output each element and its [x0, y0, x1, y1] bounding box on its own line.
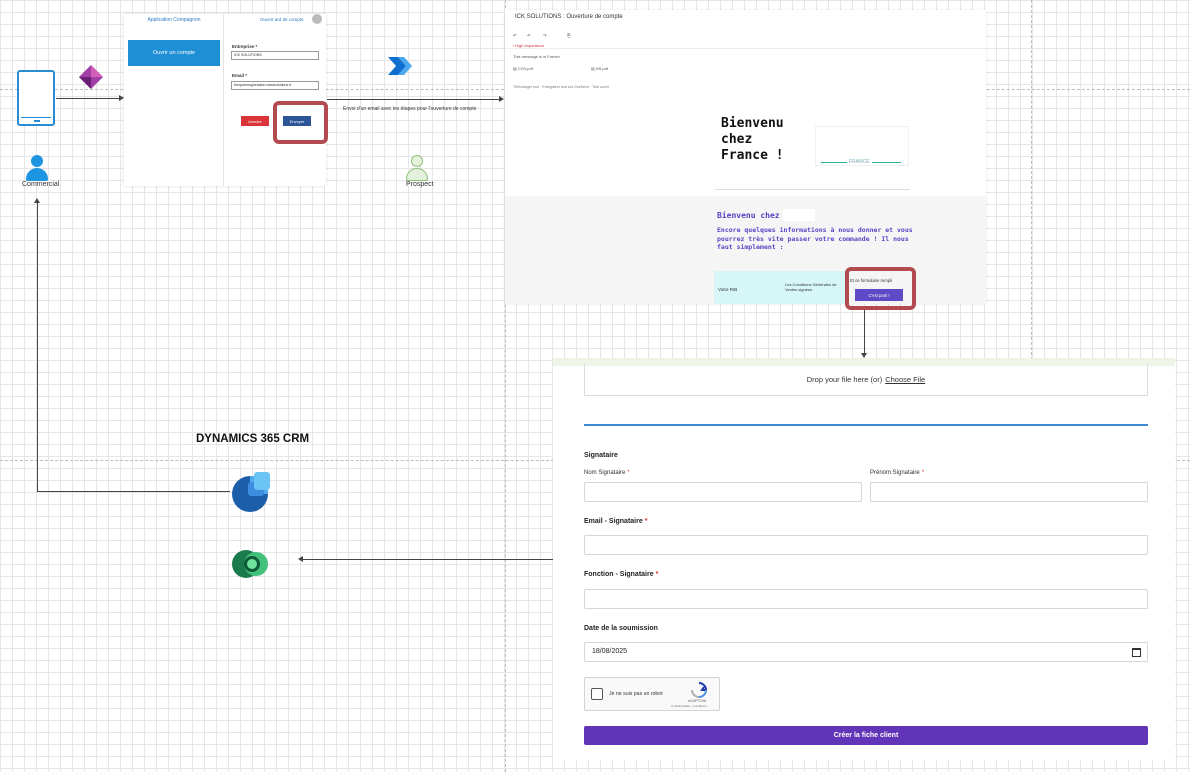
crm-title: DYNAMICS 365 CRM	[196, 433, 310, 445]
fonction-input[interactable]	[584, 589, 1148, 609]
avatar	[312, 14, 322, 24]
email-paragraph: Encore quelques informations à nous donn…	[717, 226, 913, 251]
choose-file-link[interactable]: Choose File	[885, 375, 925, 384]
email-toolbar: ↶ ↶ ↷ ⎘	[505, 27, 986, 49]
email-step-label: Envoi d'un email avec les étapes pour l'…	[343, 106, 477, 112]
attachment-cgv[interactable]: ▤ CGV.pdf	[513, 66, 533, 71]
signataire-heading: Signataire	[584, 452, 618, 459]
power-apps-icon	[79, 65, 103, 89]
logo-text: FRANCE	[847, 159, 872, 165]
nom-input[interactable]	[584, 482, 862, 502]
required-mark: *	[655, 571, 659, 578]
web-form-screenshot: Drop your file here (or) Choose File Sign…	[553, 358, 1175, 760]
power-automate-icon	[388, 57, 412, 75]
email-label: Email *	[232, 73, 248, 78]
recaptcha-icon	[691, 682, 707, 698]
importance-note: ! High importance	[513, 43, 545, 48]
prenom-label: Prénom Signataire *	[870, 470, 924, 476]
prospect-user-icon	[406, 155, 428, 181]
go-button-highlight-box	[845, 267, 916, 310]
welcome-heading-line2: France !	[721, 148, 784, 163]
nom-label: Nom Signataire *	[584, 470, 630, 476]
arrow-head	[298, 556, 303, 562]
drop-text: Drop your file here (or)	[806, 375, 883, 384]
email-screenshot: ICK SOLUTIONS : Ouverture de compte ↶ ↶ …	[505, 10, 986, 304]
required-mark: *	[921, 470, 925, 476]
redacted-area	[783, 209, 815, 221]
fonction-label: Fonction - Signataire *	[584, 571, 658, 578]
arrow-head	[499, 96, 504, 102]
reply-icon[interactable]: ↶	[513, 33, 517, 39]
welcome-heading-line1: Bienvenu chez	[721, 116, 784, 147]
flow-arrow	[303, 559, 553, 560]
recaptcha-terms[interactable]: Confidentialité - Conditions	[671, 704, 707, 708]
file-drop-zone[interactable]: Drop your file here (or) Choose File	[584, 364, 1148, 396]
company-input[interactable]: ICK SOLUTIONS	[231, 51, 319, 60]
prospect-label: Prospect	[406, 181, 434, 188]
date-input[interactable]: 18/08/2025	[584, 642, 1148, 662]
email-subject: ICK SOLUTIONS : Ouverture de compte	[515, 14, 623, 20]
cancel-button[interactable]: Annuler	[241, 116, 269, 126]
required-mark: *	[644, 518, 648, 525]
guide-line	[1031, 0, 1032, 360]
app-title: Application Compagnon	[147, 17, 201, 23]
section-divider	[584, 424, 1148, 426]
flow-arrow	[56, 98, 120, 99]
commercial-label: Commercial	[22, 181, 60, 188]
mobile-device-icon	[17, 70, 55, 126]
welcome-heading: Bienvenu chez France !	[721, 116, 791, 164]
calendar-icon[interactable]	[1132, 648, 1141, 657]
dataverse-icon	[232, 550, 268, 578]
recaptcha-widget: Je ne suis pas un robot reCAPTCHA Confid…	[584, 677, 720, 711]
welcome-line: Bienvenu chez	[717, 211, 780, 220]
flow-arrow	[37, 203, 38, 491]
requirement-rib: Votre RIB	[718, 287, 738, 292]
email-input[interactable]: thequeensghelation.clarasolutions.fr	[231, 81, 319, 90]
attachment-kb-name: KB.pdf	[595, 66, 608, 71]
reply-all-icon[interactable]: ↶	[527, 33, 531, 39]
attach-icon[interactable]: ⎘	[567, 33, 571, 38]
prenom-input[interactable]	[870, 482, 1148, 502]
company-label: Entreprise *	[232, 44, 258, 49]
flow-arrow	[37, 491, 230, 492]
recaptcha-brand: reCAPTCHA	[688, 699, 707, 703]
send-highlight-box	[273, 101, 328, 144]
attachment-cgv-name: CGV.pdf	[517, 66, 533, 71]
arrow-head	[34, 198, 40, 203]
required-mark: *	[627, 470, 630, 476]
attachment-kb[interactable]: ▤ KB.pdf	[591, 66, 608, 71]
companion-app-screenshot: Application Compagnon Ouvrir un compte O…	[124, 14, 326, 186]
forward-icon[interactable]: ↷	[543, 33, 547, 39]
email-signataire-label: Email - Signataire *	[584, 518, 647, 525]
recaptcha-checkbox[interactable]	[591, 688, 603, 700]
email-signataire-text: Email - Signataire	[584, 518, 643, 525]
flow-arrow	[864, 310, 865, 354]
divider	[715, 189, 910, 190]
flow-arrow	[327, 99, 500, 100]
date-label: Date de la soumission	[584, 625, 658, 632]
email-signataire-input[interactable]	[584, 535, 1148, 555]
commercial-user-icon	[26, 155, 48, 181]
recaptcha-text: Je ne suis pas un robot	[609, 691, 663, 697]
date-value: 18/08/2025	[592, 648, 628, 655]
nom-label-text: Nom Signataire	[584, 470, 626, 476]
language-note: This message is in French	[513, 54, 560, 59]
importance-text: High importance	[515, 43, 545, 48]
create-client-button[interactable]: Créer la fiche client	[584, 726, 1148, 745]
open-account-button[interactable]: Ouvrir un compte	[128, 40, 220, 66]
fonction-label-text: Fonction - Signataire	[584, 571, 654, 578]
app-form-header: Ouvert ard de compte	[260, 17, 304, 22]
prenom-label-text: Prénom Signataire	[870, 470, 920, 476]
requirement-cgv: Les Conditions Générales de Ventes signé…	[785, 282, 837, 292]
app-left-pane: Application Compagnon Ouvrir un compte	[124, 14, 224, 186]
attachment-links[interactable]: Télécharger tout · Enregistrer tout sur …	[513, 85, 609, 89]
dynamics-365-icon	[232, 472, 270, 512]
